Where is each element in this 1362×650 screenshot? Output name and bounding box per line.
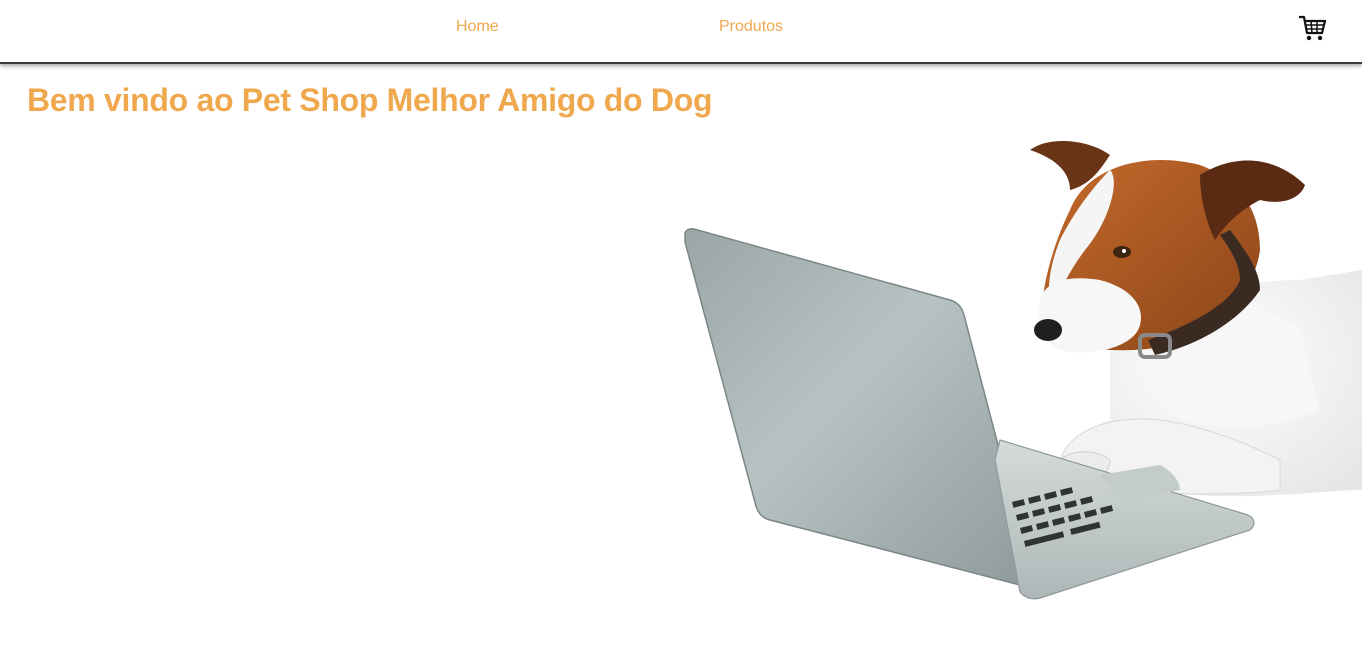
shopping-cart-icon[interactable] xyxy=(1297,13,1327,43)
navbar: Home Produtos xyxy=(0,0,1362,64)
nav-link-home[interactable]: Home xyxy=(456,18,499,36)
page-title: Bem vindo ao Pet Shop Melhor Amigo do Do… xyxy=(27,82,713,118)
nav-link-produtos[interactable]: Produtos xyxy=(719,18,783,36)
hero-image xyxy=(640,130,1362,620)
